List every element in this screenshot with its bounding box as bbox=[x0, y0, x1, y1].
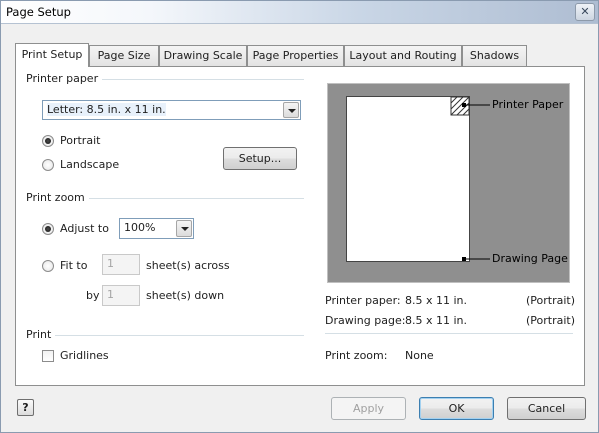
cancel-button[interactable]: Cancel bbox=[507, 397, 586, 420]
print-divider bbox=[26, 335, 304, 336]
apply-button-label: Apply bbox=[352, 402, 385, 415]
tab-label: Page Size bbox=[97, 49, 151, 62]
landscape-label[interactable]: Landscape bbox=[60, 158, 119, 171]
cancel-button-label: Cancel bbox=[527, 402, 566, 415]
summary-divider bbox=[325, 333, 573, 334]
print-group-label: Print bbox=[26, 328, 56, 341]
paper-size-select[interactable]: Letter: 8.5 in. x 11 in. bbox=[42, 100, 301, 120]
adjust-to-label[interactable]: Adjust to bbox=[60, 222, 109, 235]
tab-label: Layout and Routing bbox=[349, 49, 457, 62]
summary-printer-paper-value: 8.5 x 11 in. bbox=[405, 294, 468, 307]
tab-label: Print Setup bbox=[21, 48, 83, 61]
adjust-to-radio[interactable] bbox=[42, 223, 54, 235]
tab-page-size[interactable]: Page Size bbox=[89, 45, 159, 66]
printer-paper-callout: Printer Paper bbox=[492, 98, 564, 111]
drawing-page-callout: Drawing Page bbox=[492, 252, 568, 265]
setup-button-label: Setup... bbox=[238, 152, 282, 165]
summary-drawing-page-label: Drawing page: bbox=[325, 314, 406, 327]
chevron-down-icon[interactable] bbox=[283, 102, 299, 118]
adjust-to-value: 100% bbox=[124, 221, 156, 234]
chevron-down-icon[interactable] bbox=[176, 220, 192, 237]
print-zoom-group-label: Print zoom bbox=[26, 191, 89, 204]
summary-printer-paper-label: Printer paper: bbox=[325, 294, 401, 307]
close-button[interactable]: ✕ bbox=[575, 3, 595, 21]
down-label: sheet(s) down bbox=[146, 289, 225, 302]
by-label: by bbox=[86, 289, 100, 302]
gridlines-label[interactable]: Gridlines bbox=[60, 349, 109, 362]
ok-button-label: OK bbox=[448, 402, 465, 415]
help-icon: ? bbox=[22, 401, 29, 414]
ok-button[interactable]: OK bbox=[419, 397, 494, 420]
tab-label: Page Properties bbox=[252, 49, 339, 62]
portrait-radio[interactable] bbox=[42, 135, 54, 147]
summary-drawing-page-orientation: (Portrait) bbox=[526, 314, 576, 327]
tab-print-setup[interactable]: Print Setup bbox=[15, 43, 89, 67]
page-preview: Printer Paper Drawing Page bbox=[327, 83, 570, 283]
summary-print-zoom-value: None bbox=[405, 349, 434, 362]
print-setup-panel: Printer paper Letter: 8.5 in. x 11 in. P… bbox=[15, 66, 585, 386]
page-setup-dialog: Page Setup ✕ Print Setup Page Size Drawi… bbox=[0, 0, 599, 433]
apply-button[interactable]: Apply bbox=[331, 397, 406, 420]
adjust-to-select[interactable]: 100% bbox=[119, 218, 194, 239]
paper-size-value: Letter: 8.5 in. x 11 in. bbox=[47, 103, 166, 116]
setup-button[interactable]: Setup... bbox=[223, 147, 297, 170]
tab-label: Drawing Scale bbox=[163, 49, 243, 62]
summary-printer-paper-orientation: (Portrait) bbox=[526, 294, 576, 307]
fit-down-field[interactable]: 1 bbox=[102, 285, 140, 306]
tab-shadows[interactable]: Shadows bbox=[462, 45, 527, 66]
fit-to-label[interactable]: Fit to bbox=[60, 259, 87, 272]
tab-page-properties[interactable]: Page Properties bbox=[247, 45, 344, 66]
portrait-label[interactable]: Portrait bbox=[60, 134, 100, 147]
close-icon: ✕ bbox=[580, 5, 590, 18]
summary-drawing-page-value: 8.5 x 11 in. bbox=[405, 314, 468, 327]
fit-across-value: 1 bbox=[107, 257, 114, 270]
fit-across-field[interactable]: 1 bbox=[102, 254, 140, 275]
landscape-radio[interactable] bbox=[42, 159, 54, 171]
summary-print-zoom-label: Print zoom: bbox=[325, 349, 388, 362]
printer-paper-marker-icon bbox=[462, 103, 466, 107]
drawing-page-marker-icon bbox=[462, 257, 466, 261]
tab-layout-and-routing[interactable]: Layout and Routing bbox=[344, 45, 462, 66]
title-bar[interactable]: Page Setup ✕ bbox=[1, 1, 598, 24]
fit-to-radio[interactable] bbox=[42, 260, 54, 272]
tab-drawing-scale[interactable]: Drawing Scale bbox=[159, 45, 247, 66]
hatched-corner-icon bbox=[450, 96, 470, 116]
help-button[interactable]: ? bbox=[17, 399, 34, 416]
tab-label: Shadows bbox=[469, 49, 520, 62]
window-title: Page Setup bbox=[6, 5, 71, 19]
gridlines-checkbox[interactable] bbox=[42, 350, 54, 362]
printer-paper-group-label: Printer paper bbox=[26, 72, 103, 85]
fit-down-value: 1 bbox=[107, 288, 114, 301]
across-label: sheet(s) across bbox=[146, 259, 230, 272]
